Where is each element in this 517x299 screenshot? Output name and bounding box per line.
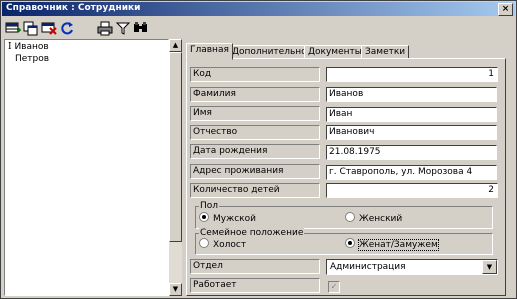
birthdate-field[interactable]: 21.08.1975 <box>326 145 497 160</box>
scroll-thumb[interactable] <box>169 52 182 242</box>
patronymic-label: Отчество <box>190 125 320 140</box>
gender-female-radio[interactable]: Женский <box>345 212 402 224</box>
patronymic-field[interactable]: Иванович <box>326 125 497 140</box>
text-cursor-icon: I <box>8 42 12 52</box>
marital-single-radio[interactable]: Холост <box>199 238 246 250</box>
department-select[interactable]: Администрация ▼ <box>326 259 498 275</box>
address-label: Адрес проживания <box>190 164 320 179</box>
filter-icon[interactable] <box>115 20 131 36</box>
delete-record-icon[interactable] <box>41 20 57 36</box>
radio-selected-icon <box>345 238 355 248</box>
add-record-icon[interactable] <box>5 20 21 36</box>
employee-list[interactable]: I Иванов Петров <box>4 39 169 296</box>
list-scrollbar[interactable]: ▲ ▼ <box>169 39 182 296</box>
window: Справочник : Сотрудники × I Иванов Петро… <box>0 0 517 299</box>
birthdate-label: Дата рождения <box>190 144 320 159</box>
toolbar <box>2 18 515 38</box>
tab-main[interactable]: Главная <box>186 43 233 60</box>
working-checkbox[interactable]: ✓ <box>328 281 340 293</box>
code-field[interactable]: 1 <box>326 67 498 82</box>
code-label: Код <box>190 67 320 82</box>
close-button[interactable]: × <box>498 3 513 16</box>
refresh-icon[interactable] <box>59 20 75 36</box>
list-item[interactable]: I Иванов <box>8 42 49 53</box>
gender-group-title: Пол <box>199 201 220 211</box>
name-field[interactable]: Иван <box>326 107 497 122</box>
address-field[interactable]: г. Ставрополь, ул. Морозова 4 <box>326 165 497 180</box>
department-value: Администрация <box>330 262 406 272</box>
scroll-up-button[interactable]: ▲ <box>169 39 182 52</box>
title-bar: Справочник : Сотрудники × <box>2 2 515 16</box>
copy-record-icon[interactable] <box>23 20 39 36</box>
working-label: Работает <box>190 278 320 293</box>
scroll-down-button[interactable]: ▼ <box>169 283 182 296</box>
radio-unselected-icon <box>199 238 209 248</box>
radio-selected-icon <box>199 212 209 222</box>
children-count-field[interactable]: 2 <box>326 183 498 198</box>
department-label: Отдел <box>190 259 320 274</box>
surname-field[interactable]: Иванов <box>326 87 497 102</box>
radio-unselected-icon <box>345 212 355 222</box>
print-icon[interactable] <box>97 20 113 36</box>
marital-status-group-title: Семейное положение <box>199 228 305 238</box>
chevron-down-icon[interactable]: ▼ <box>482 260 497 274</box>
window-title: Справочник : Сотрудники <box>6 3 141 13</box>
children-count-label: Количество детей <box>190 183 320 198</box>
gender-male-radio[interactable]: Мужской <box>199 212 256 224</box>
list-item[interactable]: Петров <box>15 54 49 65</box>
marital-married-radio[interactable]: Женат/Замужем <box>345 238 439 251</box>
surname-label: Фамилия <box>190 87 320 102</box>
find-icon[interactable] <box>133 20 149 36</box>
name-label: Имя <box>190 106 320 121</box>
